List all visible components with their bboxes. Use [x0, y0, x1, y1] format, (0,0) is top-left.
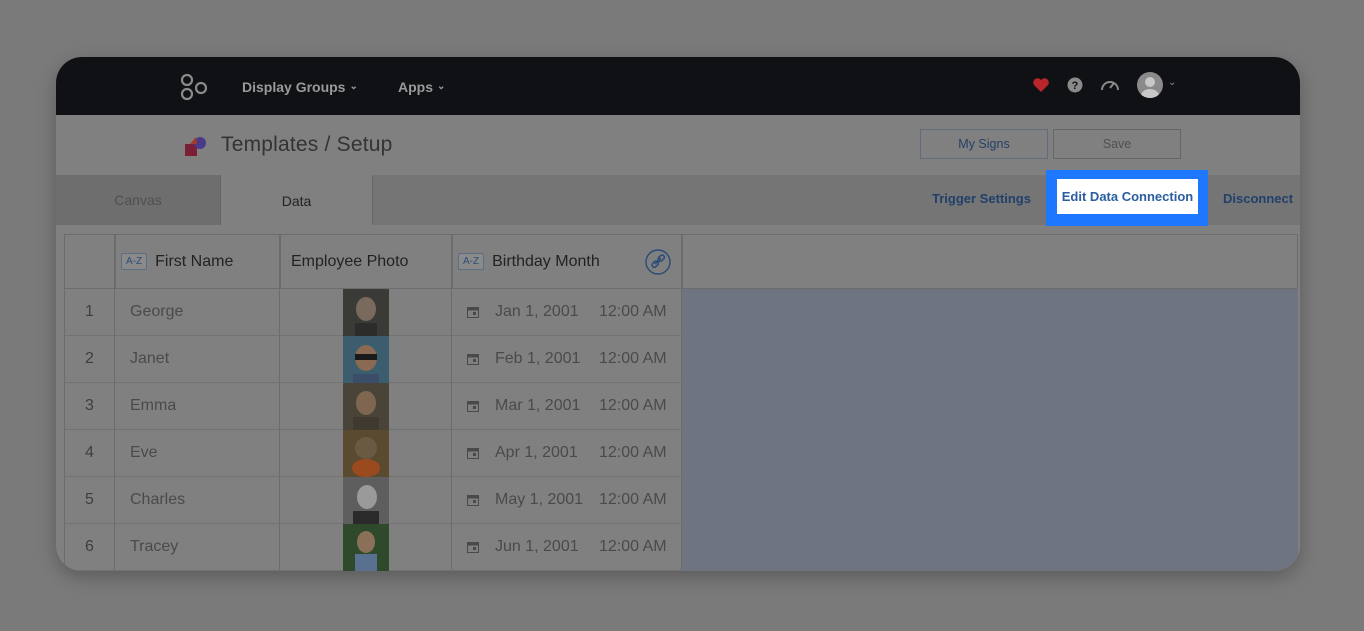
nav-apps-label: Apps — [398, 79, 433, 95]
dashboard-gauge-icon[interactable] — [1100, 77, 1120, 93]
chevron-down-icon: ⌄ — [349, 80, 358, 92]
user-avatar-icon — [1141, 77, 1159, 98]
time-value: 12:00 AM — [599, 350, 667, 367]
sort-az-badge[interactable]: A-Z — [458, 253, 485, 270]
column-header-label: Employee Photo — [291, 252, 409, 270]
birthday-month-cell[interactable]: Mar 1, 2001 12:00 AM — [452, 383, 682, 430]
sort-az-badge[interactable]: A-Z — [121, 253, 148, 270]
calendar-icon — [467, 401, 479, 412]
row-number: 1 — [64, 289, 115, 336]
calendar-icon — [467, 448, 479, 459]
first-name-cell[interactable]: Emma — [115, 383, 280, 430]
nav-display-groups[interactable]: Display Groups ⌄ — [242, 79, 358, 95]
employee-photo — [342, 429, 389, 477]
birthday-month-cell[interactable]: May 1, 2001 12:00 AM — [452, 477, 682, 524]
time-value: 12:00 AM — [599, 491, 667, 508]
employee-photo — [342, 288, 389, 336]
app-logo-icon[interactable] — [180, 73, 208, 101]
calendar-icon — [467, 542, 479, 553]
employee-photo-cell[interactable] — [280, 476, 452, 524]
row-number: 2 — [64, 336, 115, 383]
date-value: Jun 1, 2001 — [495, 538, 579, 555]
data-table: A-Z First Name Employee Photo A-Z Birthd… — [64, 234, 1298, 571]
empty-header — [682, 234, 1298, 289]
column-header-first-name[interactable]: A-Z First Name — [115, 234, 280, 289]
link-icon[interactable] — [645, 249, 671, 275]
birthday-month-cell[interactable]: Jun 1, 2001 12:00 AM — [452, 524, 682, 571]
page-header: Templates / Setup My Signs Save — [56, 115, 1300, 176]
top-nav-bar: Display Groups ⌄ Apps ⌄ ? ⌄ — [56, 57, 1300, 115]
date-value: Feb 1, 2001 — [495, 350, 581, 367]
time-value: 12:00 AM — [599, 444, 667, 461]
data-table-area: A-Z First Name Employee Photo A-Z Birthd… — [56, 225, 1300, 571]
tab-canvas[interactable]: Canvas — [56, 175, 220, 225]
column-header-label: First Name — [155, 252, 234, 270]
disconnect-link[interactable]: Disconnect — [1223, 191, 1293, 206]
user-avatar[interactable] — [1137, 72, 1163, 98]
time-value: 12:00 AM — [599, 538, 667, 555]
table-row[interactable]: 4 Eve Apr 1, 2001 12:00 AM — [64, 429, 682, 477]
row-number: 5 — [64, 477, 115, 524]
employee-photo — [342, 335, 389, 383]
svg-text:?: ? — [1072, 80, 1079, 92]
date-value: Mar 1, 2001 — [495, 397, 581, 414]
row-number-header — [64, 234, 115, 289]
date-value: Apr 1, 2001 — [495, 444, 578, 461]
row-number: 4 — [64, 430, 115, 477]
my-signs-button[interactable]: My Signs — [920, 129, 1048, 159]
date-value: May 1, 2001 — [495, 491, 584, 508]
calendar-icon — [467, 307, 479, 318]
employee-photo-cell[interactable] — [280, 382, 452, 430]
first-name-cell[interactable]: George — [115, 289, 280, 336]
save-button[interactable]: Save — [1053, 129, 1181, 159]
templates-icon — [185, 137, 206, 156]
table-row[interactable]: 5 Charles May 1, 2001 12:00 AM — [64, 476, 682, 524]
heart-icon[interactable] — [1032, 77, 1050, 93]
table-row[interactable]: 2 Janet Feb 1, 2001 12:00 AM — [64, 335, 682, 383]
column-header-employee-photo[interactable]: Employee Photo — [280, 234, 452, 289]
date-value: Jan 1, 2001 — [495, 303, 579, 320]
calendar-icon — [467, 495, 479, 506]
birthday-month-cell[interactable]: Feb 1, 2001 12:00 AM — [452, 336, 682, 383]
employee-photo — [342, 476, 389, 524]
column-header-label: Birthday Month — [492, 252, 600, 270]
first-name-cell[interactable]: Eve — [115, 430, 280, 477]
column-header-birthday-month[interactable]: A-Z Birthday Month — [452, 234, 682, 289]
table-row[interactable]: 6 Tracey Jun 1, 2001 12:00 AM — [64, 523, 682, 571]
birthday-month-cell[interactable]: Apr 1, 2001 12:00 AM — [452, 430, 682, 477]
help-icon[interactable]: ? — [1067, 77, 1083, 93]
employee-photo-cell[interactable] — [280, 523, 452, 571]
trigger-settings-link[interactable]: Trigger Settings — [932, 191, 1031, 206]
row-number: 3 — [64, 383, 115, 430]
nav-display-groups-label: Display Groups — [242, 79, 346, 95]
nav-apps[interactable]: Apps ⌄ — [398, 79, 445, 95]
app-window: Display Groups ⌄ Apps ⌄ ? ⌄ Templates / … — [56, 57, 1300, 571]
first-name-cell[interactable]: Janet — [115, 336, 280, 383]
time-value: 12:00 AM — [599, 303, 667, 320]
table-row[interactable]: 3 Emma Mar 1, 2001 12:00 AM — [64, 382, 682, 430]
row-number: 6 — [64, 524, 115, 571]
chevron-down-icon[interactable]: ⌄ — [1168, 77, 1176, 88]
employee-photo — [342, 382, 389, 430]
employee-photo — [342, 523, 389, 571]
chevron-down-icon: ⌄ — [437, 80, 446, 92]
table-row[interactable]: 1 George Jan 1, 2001 12:00 AM — [64, 288, 682, 336]
employee-photo-cell[interactable] — [280, 288, 452, 336]
birthday-month-cell[interactable]: Jan 1, 2001 12:00 AM — [452, 289, 682, 336]
page-title: Templates / Setup — [221, 133, 393, 156]
calendar-icon — [467, 354, 479, 365]
employee-photo-cell[interactable] — [280, 429, 452, 477]
edit-data-connection-link[interactable]: Edit Data Connection — [1057, 179, 1198, 214]
tab-data[interactable]: Data — [220, 175, 373, 226]
first-name-cell[interactable]: Charles — [115, 477, 280, 524]
empty-table-region — [682, 289, 1298, 571]
first-name-cell[interactable]: Tracey — [115, 524, 280, 571]
employee-photo-cell[interactable] — [280, 335, 452, 383]
time-value: 12:00 AM — [599, 397, 667, 414]
